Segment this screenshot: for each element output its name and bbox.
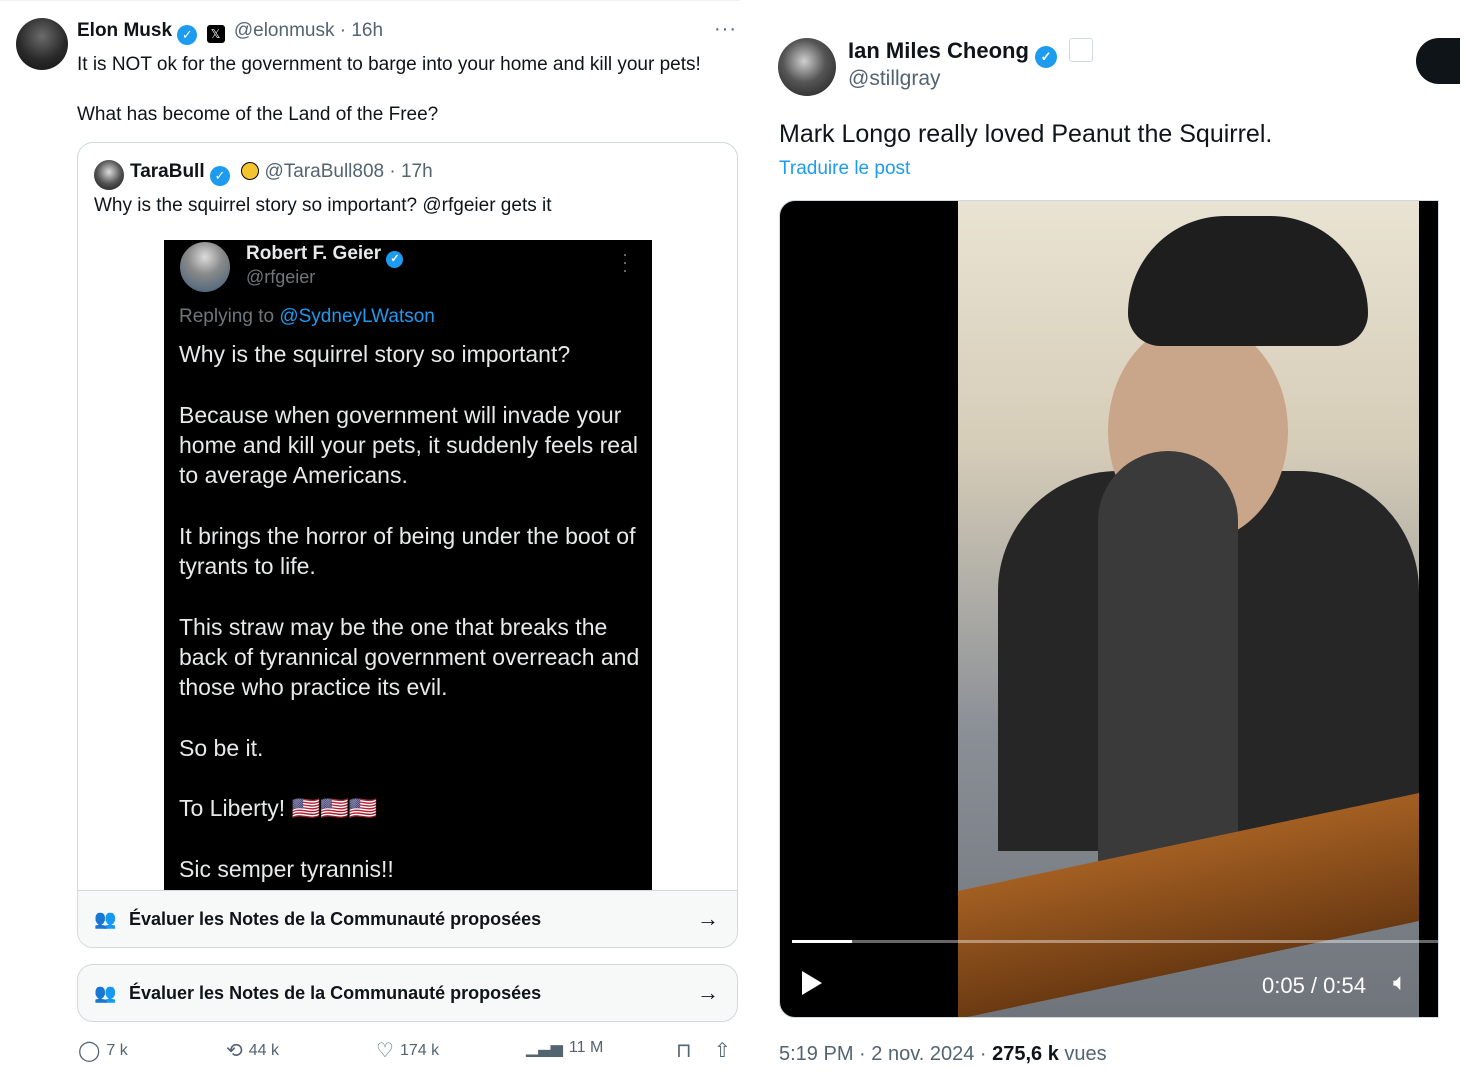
screenshot-avatar bbox=[180, 242, 230, 292]
verified-badge-icon: ✓ bbox=[386, 251, 404, 268]
quoted-avatar bbox=[94, 160, 124, 190]
people-icon: 👥 bbox=[94, 982, 117, 1003]
tweet-header: Elon Musk ✓ 𝕏 @elonmusk · 16h bbox=[77, 20, 383, 45]
author-handle[interactable]: @elonmusk bbox=[234, 20, 335, 41]
video-player[interactable]: 0:05 / 0:54 🔈︎ bbox=[779, 200, 1439, 1018]
video-time: 0:05 / 0:54 bbox=[1262, 973, 1366, 998]
more-options-icon[interactable]: ··· bbox=[714, 18, 737, 41]
separator: · bbox=[389, 161, 401, 182]
tweet-time[interactable]: 16h bbox=[351, 20, 383, 41]
verified-badge-icon: ✓ bbox=[1035, 46, 1058, 68]
embedded-screenshot-image[interactable]: Robert F. Geier ✓ @rfgeier · · · Replying … bbox=[164, 240, 652, 890]
repost-button[interactable]: ⟲ 44 k bbox=[226, 1038, 279, 1063]
x-affiliation-icon: 𝕏 bbox=[206, 25, 225, 43]
author-name[interactable]: Elon Musk bbox=[77, 20, 172, 41]
community-notes-label: Évaluer les Notes de la Communauté propo… bbox=[129, 982, 542, 1003]
screenshot-more-icon: · · · bbox=[622, 244, 628, 280]
like-button[interactable]: ♡ 174 k bbox=[376, 1038, 439, 1063]
video-figure-cap bbox=[1128, 216, 1368, 346]
video-frame bbox=[958, 201, 1419, 1017]
repost-icon: ⟲ bbox=[226, 1040, 243, 1062]
reply-button[interactable]: ◯ 7 k bbox=[78, 1038, 128, 1063]
bar-chart-icon: ▁▃▅ bbox=[526, 1040, 563, 1057]
verified-badge-icon: ✓ bbox=[177, 25, 198, 45]
follow-button[interactable] bbox=[1416, 38, 1460, 84]
quoted-header: TaraBull ✓ @TaraBull808 · 17h bbox=[130, 161, 433, 186]
author-handle[interactable]: @stillgray bbox=[848, 67, 941, 91]
affiliation-badge-icon bbox=[241, 162, 260, 180]
screenshot-replying-to: Replying to @SydneyLWatson bbox=[179, 306, 435, 327]
community-notes-bar[interactable]: 👥 Évaluer les Notes de la Communauté pro… bbox=[77, 964, 738, 1022]
view-count: 275,6 k bbox=[992, 1043, 1059, 1065]
community-notes-label: Évaluer les Notes de la Communauté propo… bbox=[129, 908, 542, 929]
screenshot-author-handle: @rfgeier bbox=[246, 267, 316, 287]
people-icon: 👥 bbox=[94, 908, 117, 929]
views-count: 11 M bbox=[568, 1039, 604, 1056]
separator: · bbox=[339, 20, 352, 41]
reply-icon: ◯ bbox=[78, 1040, 101, 1062]
tweet-text: Mark Longo really loved Peanut the Squir… bbox=[779, 120, 1273, 148]
tweet-meta: 5:19 PM · 2 nov. 2024 · 275,6 k vues bbox=[779, 1043, 1107, 1066]
heart-icon: ♡ bbox=[376, 1040, 394, 1062]
repost-count: 44 k bbox=[248, 1041, 280, 1059]
bookmark-icon: ⊓ bbox=[676, 1040, 692, 1062]
separator: · bbox=[853, 1043, 872, 1065]
author-name-row: Ian Miles Cheong ✓ bbox=[848, 38, 1094, 68]
video-progress-fill bbox=[792, 940, 853, 943]
arrow-right-icon: → bbox=[697, 980, 719, 1005]
quoted-tweet-text: Why is the squirrel story so important? … bbox=[94, 195, 552, 216]
verified-badge-icon: ✓ bbox=[209, 166, 230, 186]
translate-link[interactable]: Traduire le post bbox=[779, 158, 910, 180]
affiliation-badge-icon[interactable] bbox=[1069, 38, 1094, 62]
bookmark-button[interactable]: ⊓ bbox=[676, 1038, 692, 1063]
views-button[interactable]: ▁▃▅ 11 M bbox=[526, 1038, 603, 1058]
arrow-right-icon: → bbox=[697, 906, 719, 931]
quoted-tweet-time: 17h bbox=[400, 161, 433, 182]
reply-count: 7 k bbox=[106, 1041, 128, 1059]
screenshot-author-name: Robert F. Geier ✓ bbox=[246, 243, 404, 268]
tweet-date[interactable]: 2 nov. 2024 bbox=[871, 1043, 974, 1065]
views-label: vues bbox=[1058, 1043, 1107, 1065]
community-notes-bar-quoted[interactable]: 👥 Évaluer les Notes de la Communauté pro… bbox=[78, 890, 737, 947]
volume-icon[interactable]: 🔈︎ bbox=[1393, 969, 1407, 997]
quoted-author-handle: @TaraBull808 bbox=[264, 161, 385, 182]
screenshot-body-text: Why is the squirrel story so important? … bbox=[179, 341, 640, 883]
play-icon[interactable] bbox=[802, 971, 822, 995]
share-button[interactable]: ⇧ bbox=[714, 1038, 731, 1063]
avatar[interactable] bbox=[778, 38, 836, 96]
like-count: 174 k bbox=[399, 1041, 440, 1059]
share-icon: ⇧ bbox=[714, 1040, 731, 1062]
quoted-author-name: TaraBull bbox=[130, 161, 205, 182]
author-name[interactable]: Ian Miles Cheong bbox=[848, 38, 1029, 63]
tweet-time[interactable]: 5:19 PM bbox=[779, 1043, 853, 1065]
video-progress-track[interactable] bbox=[792, 940, 1438, 943]
avatar[interactable] bbox=[16, 18, 68, 70]
separator: · bbox=[974, 1043, 993, 1065]
tweet-text: It is NOT ok for the government to barge… bbox=[77, 54, 701, 125]
